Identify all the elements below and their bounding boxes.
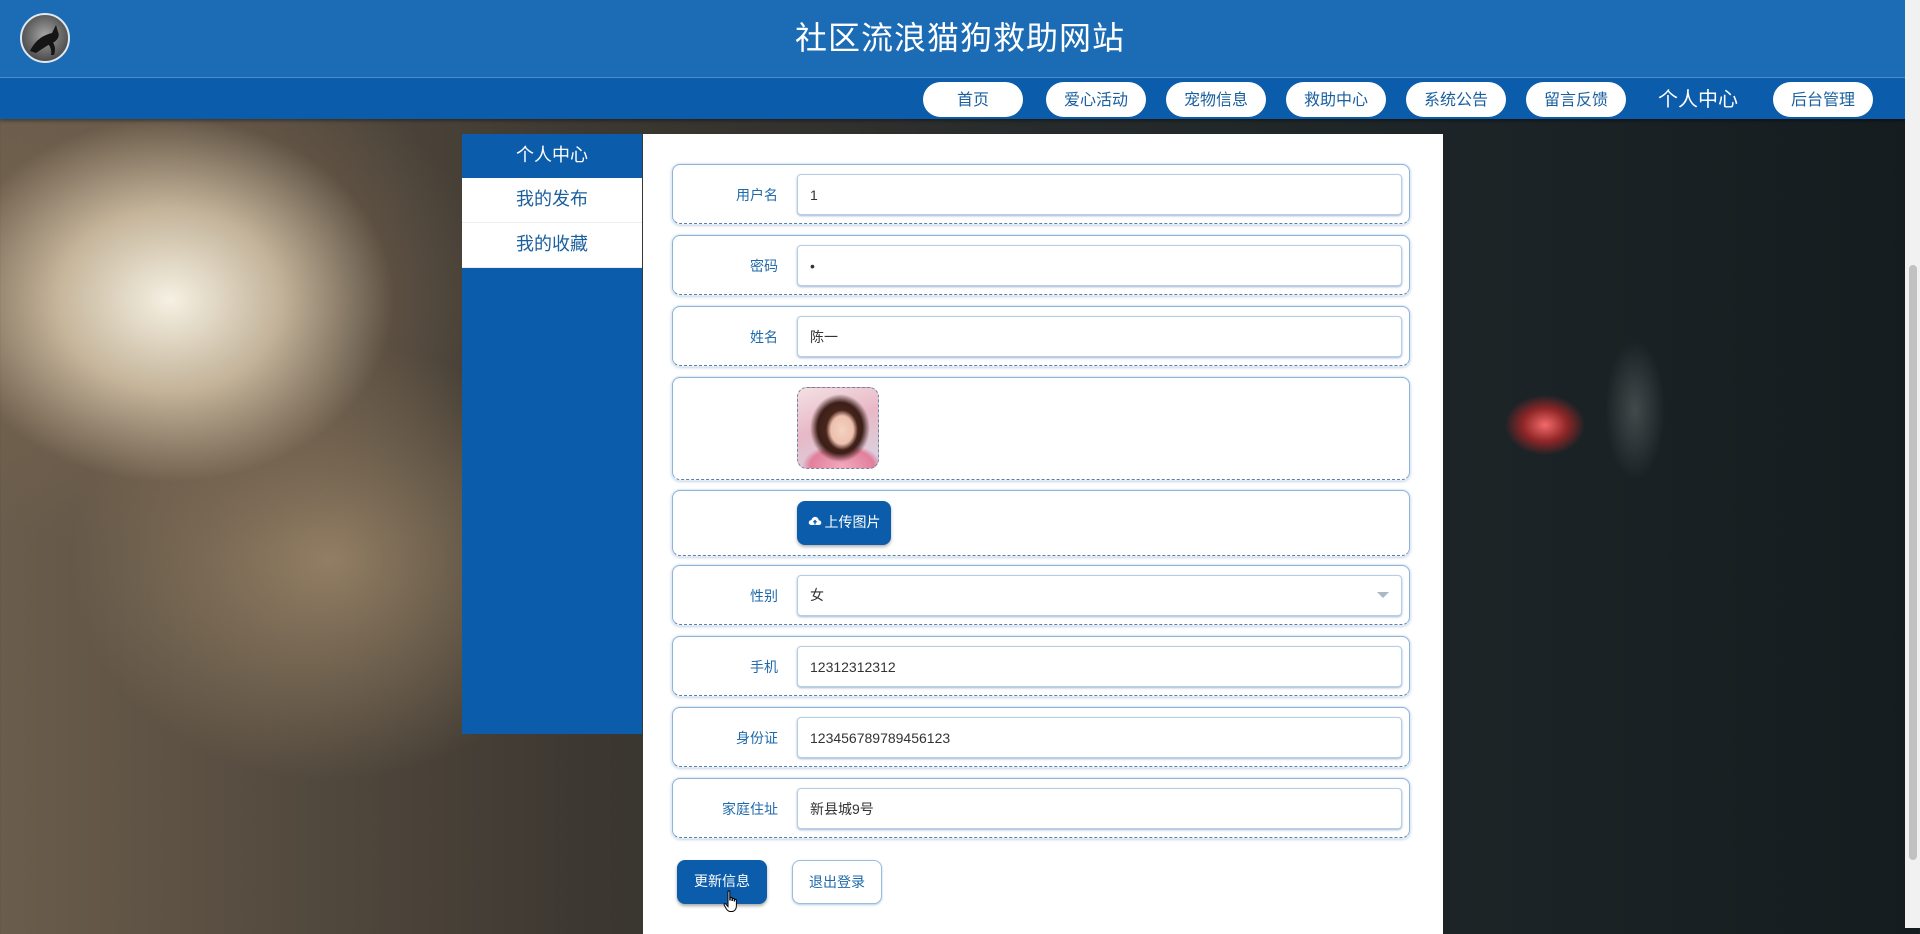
password-label: 密码: [750, 259, 778, 275]
chevron-down-icon: [1377, 592, 1389, 598]
cloud-upload-icon: [808, 501, 822, 545]
form-row-password: 密码: [672, 235, 1410, 295]
address-label: 家庭住址: [722, 802, 778, 818]
sidebar-item-personal-center[interactable]: 个人中心: [462, 134, 642, 178]
sidebar-item-my-favorites[interactable]: 我的收藏: [462, 223, 642, 268]
sidebar-item-my-posts[interactable]: 我的发布: [462, 178, 642, 223]
scrollbar-thumb[interactable]: [1909, 265, 1917, 860]
nav-pet-info[interactable]: 宠物信息: [1166, 82, 1266, 117]
profile-form-panel: 用户名 密码 姓名 上传图片 性别 女 手机 身份证 家庭住址: [643, 134, 1443, 934]
id-card-label: 身份证: [736, 731, 778, 747]
username-input[interactable]: [797, 174, 1402, 215]
page-scrollbar[interactable]: [1905, 0, 1920, 928]
nav-charity-activities[interactable]: 爱心活动: [1046, 82, 1146, 117]
name-label: 姓名: [750, 330, 778, 346]
gender-label: 性别: [750, 589, 778, 605]
gender-selected-value: 女: [810, 587, 824, 603]
upload-image-label: 上传图片: [824, 515, 881, 531]
avatar-image: [797, 387, 879, 469]
form-row-avatar: [672, 377, 1410, 480]
upload-image-button[interactable]: 上传图片: [797, 501, 891, 545]
site-header: 社区流浪猫狗救助网站: [0, 0, 1920, 78]
sidebar: 个人中心 我的发布 我的收藏: [462, 134, 642, 734]
nav-personal-center[interactable]: 个人中心: [1648, 82, 1748, 117]
main-nav: 首页 爱心活动 宠物信息 救助中心 系统公告 留言反馈 个人中心 后台管理: [0, 78, 1920, 119]
address-input[interactable]: [797, 788, 1402, 829]
password-input[interactable]: [797, 245, 1402, 286]
username-label: 用户名: [736, 188, 778, 204]
nav-home[interactable]: 首页: [923, 82, 1023, 117]
phone-input[interactable]: [797, 646, 1402, 687]
form-row-upload: 上传图片: [672, 490, 1410, 556]
phone-label: 手机: [750, 660, 778, 676]
site-title: 社区流浪猫狗救助网站: [794, 19, 1125, 57]
form-row-username: 用户名: [672, 164, 1410, 224]
form-row-gender: 性别 女: [672, 565, 1410, 625]
form-row-phone: 手机: [672, 636, 1410, 696]
hand-pointer-cursor-icon: [723, 890, 741, 918]
nav-announcements[interactable]: 系统公告: [1406, 82, 1506, 117]
logout-button[interactable]: 退出登录: [792, 860, 882, 904]
update-info-button[interactable]: 更新信息: [677, 860, 767, 904]
nav-admin[interactable]: 后台管理: [1773, 82, 1873, 117]
nav-rescue-center[interactable]: 救助中心: [1286, 82, 1386, 117]
form-row-address: 家庭住址: [672, 778, 1410, 838]
name-input[interactable]: [797, 316, 1402, 357]
gender-select[interactable]: 女: [797, 575, 1402, 616]
form-row-id-card: 身份证: [672, 707, 1410, 767]
id-card-input[interactable]: [797, 717, 1402, 758]
nav-feedback[interactable]: 留言反馈: [1526, 82, 1626, 117]
form-row-name: 姓名: [672, 306, 1410, 366]
